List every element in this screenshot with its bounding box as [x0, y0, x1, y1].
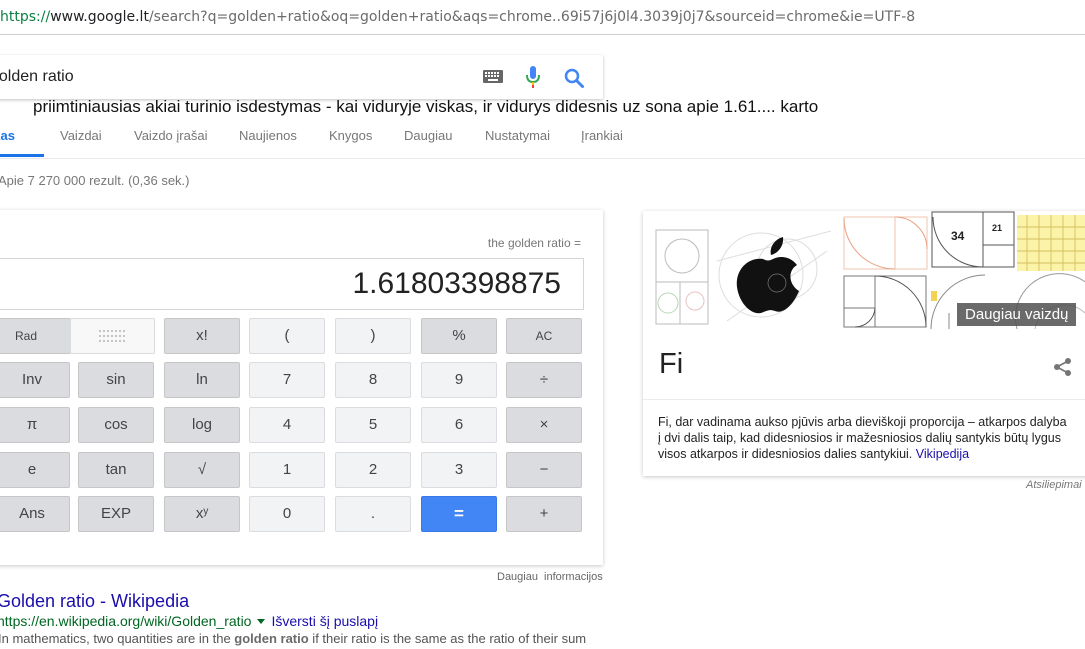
tab-tools[interactable]: Įrankiai: [581, 128, 623, 143]
entity-description: Fi, dar vadinama aukso pjūvis arba dievi…: [658, 414, 1068, 462]
keyboard-icon[interactable]: [483, 70, 503, 83]
translate-page-link[interactable]: Išversti šį puslapį: [271, 613, 378, 629]
digit-6-button[interactable]: 6: [421, 407, 497, 443]
tab-videos[interactable]: Vaizdo įrašai: [134, 128, 207, 143]
description-text: Fi, dar vadinama aukso pjūvis arba dievi…: [658, 415, 1067, 461]
microphone-icon[interactable]: [526, 66, 540, 88]
image-strip: 34 21 Daugiau vaizdų: [643, 211, 1085, 335]
pi-button[interactable]: π: [0, 407, 70, 443]
power-button[interactable]: xʸ: [164, 496, 240, 532]
digit-1-button[interactable]: 1: [249, 452, 325, 488]
divide-button[interactable]: ÷: [506, 362, 582, 398]
result-url-text: https://en.wikipedia.org/wiki/Golden_rat…: [0, 613, 252, 629]
fibonacci-label-21: 21: [992, 223, 1002, 233]
factorial-button[interactable]: x!: [164, 318, 240, 354]
log-button[interactable]: log: [164, 407, 240, 443]
result-stats: Apie 7 270 000 rezult. (0,36 sek.): [0, 173, 190, 188]
digit-2-button[interactable]: 2: [335, 452, 411, 488]
tab-images[interactable]: Vaizdai: [60, 128, 102, 143]
snippet-text-end: if their ratio is the same as the ratio …: [308, 631, 587, 646]
open-paren-button[interactable]: (: [249, 318, 325, 354]
ln-button[interactable]: ln: [164, 362, 240, 398]
digit-5-button[interactable]: 5: [335, 407, 411, 443]
url-text[interactable]: https://www.google.lt/search?q=golden+ra…: [0, 9, 915, 25]
golden-spiral-squares-image[interactable]: [843, 275, 927, 329]
tab-all[interactable]: Viskas: [0, 128, 15, 143]
address-bar[interactable]: https://www.google.lt/search?q=golden+ra…: [0, 0, 1085, 35]
url-path: /search?q=golden+ratio&oq=golden+ratio&a…: [148, 9, 916, 25]
tab-news[interactable]: Naujienos: [239, 128, 297, 143]
digit-9-button[interactable]: 9: [421, 362, 497, 398]
deg-toggle-button[interactable]: [70, 318, 155, 354]
snippet-text: In mathematics, two quantities are in th…: [0, 631, 235, 646]
close-paren-button[interactable]: ): [335, 318, 411, 354]
active-tab-indicator: [0, 154, 44, 157]
url-scheme: https://: [0, 9, 51, 25]
snippet-bold-term: golden ratio: [234, 631, 309, 646]
ans-button[interactable]: Ans: [0, 496, 70, 532]
wikipedia-source-link[interactable]: Vikipedija: [916, 447, 969, 461]
share-icon[interactable]: [1053, 357, 1073, 377]
golden-ratio-diagram-image[interactable]: [655, 229, 717, 329]
fibonacci-squares-image[interactable]: 34 21: [931, 211, 1015, 269]
minus-button[interactable]: −: [506, 452, 582, 488]
fibonacci-spiral-image[interactable]: [843, 216, 928, 271]
digit-7-button[interactable]: 7: [249, 362, 325, 398]
entity-title: Fi: [659, 348, 684, 380]
grid-dots-icon: [98, 330, 125, 343]
multiply-button[interactable]: ×: [506, 407, 582, 443]
search-box: [0, 55, 603, 99]
percent-button[interactable]: %: [421, 318, 497, 354]
digit-0-button[interactable]: 0: [249, 496, 325, 532]
sqrt-button[interactable]: √: [164, 452, 240, 488]
plus-button[interactable]: +: [506, 496, 582, 532]
search-tabs: Viskas Vaizdai Vaizdo įrašai Naujienos K…: [0, 125, 1085, 159]
decimal-point-button[interactable]: .: [335, 496, 411, 532]
e-button[interactable]: e: [0, 452, 70, 488]
calculator-value: 1.61803398875: [352, 267, 561, 300]
all-clear-button[interactable]: AC: [506, 318, 582, 354]
divider: [643, 399, 1085, 400]
more-images-button[interactable]: Daugiau vaizdų: [957, 303, 1077, 326]
annotation-text: priimtiniausias akiai turinio isdestymas…: [33, 97, 819, 116]
url-host: www.google.lt: [50, 9, 149, 25]
tab-more[interactable]: Daugiau: [404, 128, 452, 143]
digit-4-button[interactable]: 4: [249, 407, 325, 443]
tab-books[interactable]: Knygos: [329, 128, 372, 143]
knowledge-panel: 34 21 Daugiau vaizdų Fi Fi, dar vadinama…: [643, 211, 1085, 476]
tan-button[interactable]: tan: [78, 452, 154, 488]
calculator-card: the golden ratio = 1.61803398875 Rad x! …: [0, 210, 603, 565]
sin-button[interactable]: sin: [78, 362, 154, 398]
apple-logo-golden-ratio-image[interactable]: [717, 221, 831, 331]
result-url: https://en.wikipedia.org/wiki/Golden_rat…: [0, 613, 378, 629]
exp-button[interactable]: EXP: [78, 496, 154, 532]
equals-button[interactable]: =: [421, 496, 497, 532]
tab-settings[interactable]: Nustatymai: [485, 128, 550, 143]
inv-button[interactable]: Inv: [0, 362, 70, 398]
feedback-link[interactable]: Atsiliepimai: [1026, 479, 1082, 491]
result-title-link[interactable]: Golden ratio - Wikipedia: [0, 591, 189, 612]
more-info-link[interactable]: Daugiau informacijos: [497, 571, 603, 583]
dropdown-arrow-icon[interactable]: [257, 618, 266, 624]
digit-8-button[interactable]: 8: [335, 362, 411, 398]
rad-button[interactable]: Rad: [0, 318, 71, 354]
fibonacci-label-34: 34: [951, 229, 965, 243]
calculator-caption: the golden ratio =: [487, 236, 581, 250]
cos-button[interactable]: cos: [78, 407, 154, 443]
search-icon[interactable]: [564, 68, 584, 88]
calculator-display: 1.61803398875: [0, 258, 584, 310]
search-input[interactable]: [0, 55, 450, 99]
golden-grid-yellow-image[interactable]: [1017, 215, 1085, 271]
digit-3-button[interactable]: 3: [421, 452, 497, 488]
result-snippet: In mathematics, two quantities are in th…: [0, 631, 586, 646]
